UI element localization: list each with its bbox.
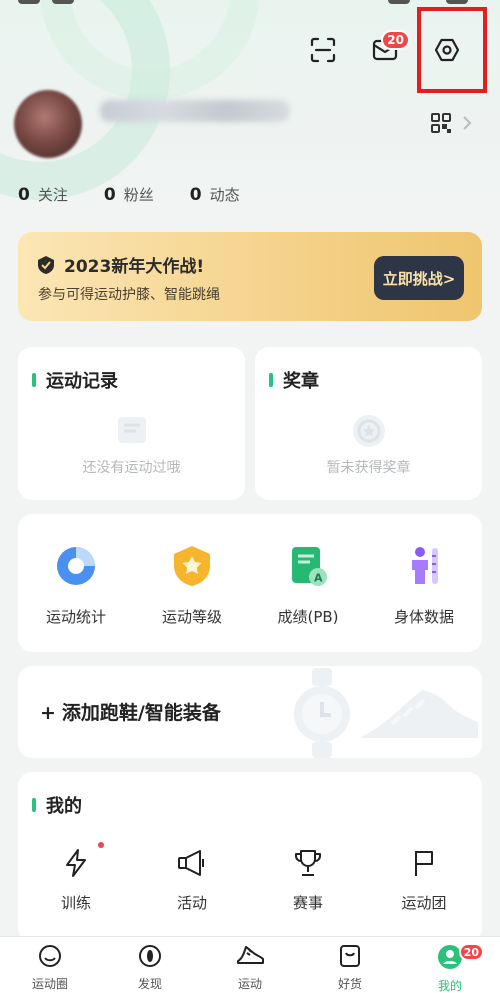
tab-label: 运动 [237, 977, 262, 991]
follow-stats: 0 关注 0 粉丝 0 动态 [18, 184, 240, 205]
exercise-records-title: 运动记录 [46, 371, 118, 392]
tab-label: 好货 [337, 977, 362, 991]
messages-button[interactable]: 20 [354, 28, 416, 72]
challenge-now-button[interactable]: 立即挑战> [374, 256, 464, 300]
scan-icon [310, 37, 336, 63]
shoe-icon [237, 946, 264, 964]
new-year-challenge-banner[interactable]: 2023新年大作战! 参与可得运动护膝、智能跳绳 立即挑战> [18, 232, 482, 321]
quick-item-label: 成绩(PB) [277, 608, 339, 626]
stat-followers[interactable]: 0 粉丝 [104, 184, 154, 205]
tab-mine[interactable]: 20 我的 [400, 943, 500, 993]
avatar[interactable] [14, 90, 82, 158]
empty-records-icon [117, 417, 146, 443]
stat-posts[interactable]: 0 动态 [190, 184, 240, 205]
quick-item-label: 运动等级 [161, 608, 222, 626]
medals-empty-text: 暂未获得奖章 [326, 460, 411, 476]
shopping-bag-icon [340, 945, 360, 967]
tab-discover[interactable]: 发现 [100, 943, 200, 992]
tab-label: 我的 [437, 979, 462, 993]
quick-item-label: 运动统计 [45, 608, 106, 626]
pie-chart-icon [57, 547, 95, 585]
username-blurred [100, 100, 290, 122]
empty-medal-icon [352, 415, 385, 447]
tab-label: 运动圈 [31, 977, 68, 991]
tab-sport[interactable]: 运动 [200, 943, 300, 992]
card-title: 我的 [32, 792, 82, 818]
stat-label: 关注 [37, 186, 68, 204]
quick-item-stats[interactable]: 运动统计 [18, 544, 134, 627]
level-badge-icon [174, 546, 210, 586]
quick-item-label: 身体数据 [393, 608, 454, 626]
mine-item-activity[interactable]: 活动 [134, 848, 250, 913]
card-title: 运动记录 [32, 367, 118, 393]
svg-text:A: A [314, 572, 323, 585]
profile-header [14, 90, 500, 160]
banner-title: 2023新年大作战! [36, 252, 204, 277]
quick-item-pb[interactable]: A 成绩(PB) [250, 544, 366, 627]
mine-item-events[interactable]: 赛事 [250, 848, 366, 913]
mine-title: 我的 [46, 796, 82, 817]
banner-subtitle: 参与可得运动护膝、智能跳绳 [38, 287, 220, 303]
add-device-label: + 添加跑鞋/智能装备 [40, 698, 221, 725]
tab-mine-badge: 20 [458, 943, 484, 961]
mine-item-training[interactable]: 训练 [18, 842, 134, 913]
mine-item-label: 活动 [176, 894, 207, 912]
bottom-tab-bar: 运动圈 发现 运动 好货 20 我的 [0, 936, 500, 993]
stat-label: 动态 [209, 186, 240, 204]
body-data-icon [412, 547, 438, 584]
tab-label: 发现 [137, 977, 162, 991]
tab-community[interactable]: 运动圈 [0, 943, 100, 992]
smile-icon [39, 945, 61, 967]
lightning-icon [66, 849, 86, 877]
settings-highlight-box [417, 7, 487, 93]
chevron-right-icon [463, 116, 472, 130]
trophy-icon [295, 850, 321, 876]
compass-icon [139, 945, 161, 967]
mine-card: 我的 训练 活动 赛事 运动团 [18, 772, 482, 942]
banner-title-text: 2023新年大作战! [64, 257, 205, 277]
quick-entry-grid: 运动统计 运动等级 A 成绩(PB) 身体数据 [18, 514, 482, 652]
mine-item-label: 赛事 [292, 894, 323, 912]
my-qr-code-button[interactable] [430, 112, 472, 134]
scan-button[interactable] [292, 28, 354, 72]
notification-dot [98, 842, 104, 848]
plus-icon: + [40, 702, 56, 724]
stat-number: 0 [189, 185, 202, 205]
messages-badge: 20 [381, 30, 410, 50]
add-device-card[interactable]: + 添加跑鞋/智能装备 [18, 666, 482, 758]
mine-item-team[interactable]: 运动团 [366, 848, 482, 913]
stat-following[interactable]: 0 关注 [18, 184, 68, 205]
quick-item-level[interactable]: 运动等级 [134, 544, 250, 627]
megaphone-icon [178, 850, 204, 876]
mine-item-label: 训练 [60, 894, 91, 912]
mine-item-label: 运动团 [401, 894, 447, 912]
exercise-records-card[interactable]: 运动记录 还没有运动过哦 [18, 347, 245, 500]
medals-card[interactable]: 奖章 暂未获得奖章 [255, 347, 482, 500]
quick-item-body-data[interactable]: 身体数据 [366, 544, 482, 627]
tab-shop[interactable]: 好货 [300, 943, 400, 992]
qr-code-icon [431, 113, 451, 133]
flag-icon [415, 851, 433, 876]
shield-icon [38, 255, 54, 274]
stat-number: 0 [103, 185, 116, 205]
stat-number: 0 [18, 185, 30, 205]
records-empty-text: 还没有运动过哦 [82, 460, 181, 476]
stat-label: 粉丝 [123, 186, 154, 204]
add-device-text: 添加跑鞋/智能装备 [61, 702, 221, 724]
medals-title: 奖章 [283, 371, 319, 392]
pb-certificate-icon: A [292, 547, 327, 586]
card-title: 奖章 [269, 367, 319, 393]
watch-shoe-illustration [294, 668, 478, 758]
